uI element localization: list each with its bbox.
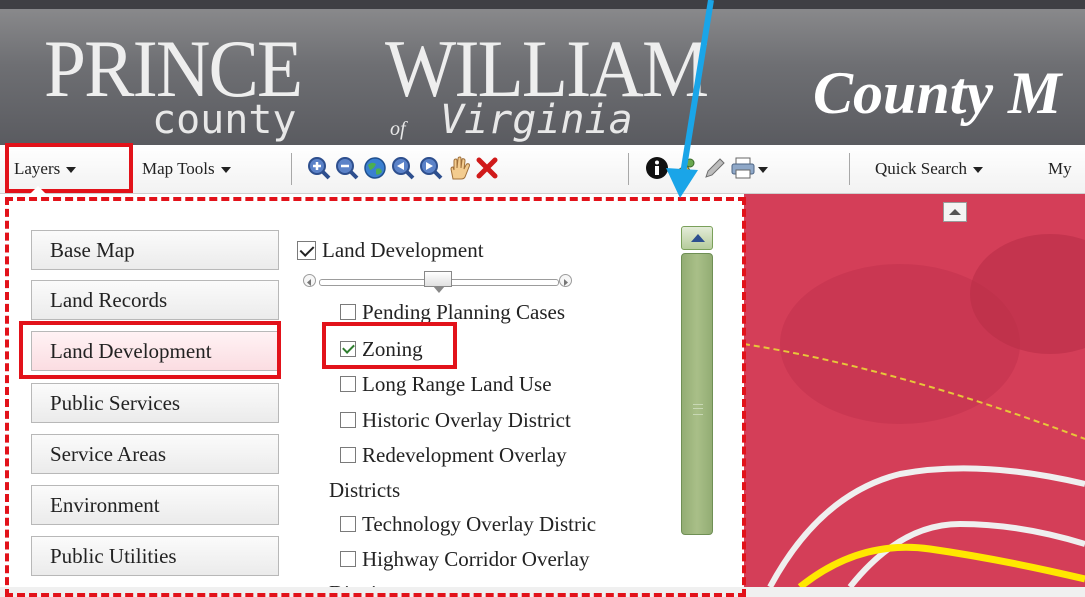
app-header: PRINCE WILLIAM county of Virginia County…	[0, 0, 1085, 145]
annotation-arrow-head	[666, 168, 698, 198]
globe-icon[interactable]	[362, 155, 388, 181]
logo-of-text: of	[390, 118, 406, 140]
layer-checkbox[interactable]	[340, 516, 356, 533]
zoom-in-icon[interactable]	[306, 155, 332, 181]
transparency-slider[interactable]	[303, 271, 575, 293]
logo-county-text: county	[152, 97, 297, 143]
layer-checkbox[interactable]	[340, 447, 356, 464]
quick-search-label: Quick Search	[875, 159, 968, 178]
next-extent-icon[interactable]	[418, 155, 444, 181]
map-pan-up-button[interactable]	[943, 202, 967, 222]
app-title: County M	[813, 60, 1062, 126]
layer-row[interactable]: Technology Overlay Distric	[340, 510, 596, 538]
layer-label-continuation: Districts	[329, 579, 400, 587]
chevron-down-icon	[973, 167, 984, 174]
layers-button-highlight	[5, 143, 133, 193]
layer-row[interactable]: Redevelopment Overlay	[340, 441, 567, 469]
my-menu-label: My	[1048, 159, 1072, 178]
scroll-grip-icon	[693, 404, 703, 415]
layer-label: Technology Overlay Distric	[362, 512, 597, 536]
scroll-up-button[interactable]	[681, 226, 713, 250]
group-title: Land Development	[322, 238, 484, 262]
layer-checkbox[interactable]	[340, 304, 356, 321]
quick-search-menu-button[interactable]: Quick Search	[875, 155, 984, 183]
annotation-arrow	[666, 0, 714, 198]
print-dropdown-chevron-icon[interactable]	[758, 167, 768, 173]
layer-row[interactable]: Highway Corridor Overlay	[340, 545, 589, 573]
layer-label: Highway Corridor Overlay	[362, 547, 590, 571]
category-base-map[interactable]: Base Map	[31, 230, 279, 270]
zoning-highlight	[322, 322, 457, 369]
my-menu-button[interactable]: My	[1048, 155, 1072, 183]
zoom-out-icon[interactable]	[334, 155, 360, 181]
previous-extent-icon[interactable]	[390, 155, 416, 181]
toolbar-separator	[291, 153, 292, 185]
layer-row[interactable]: Long Range Land Use	[340, 370, 552, 398]
layer-row[interactable]: Historic Overlay District	[340, 406, 571, 434]
layer-checkbox[interactable]	[340, 376, 356, 393]
annotation-arrow-shaft	[679, 0, 714, 181]
toolbar-separator	[849, 153, 850, 185]
category-public-utilities[interactable]: Public Utilities	[31, 536, 279, 576]
category-highlight	[19, 321, 281, 379]
layer-label: Pending Planning Cases	[362, 300, 565, 324]
main-toolbar: Layers Map Tools Quick Search My	[0, 145, 1085, 194]
map-tools-menu-button[interactable]: Map Tools	[142, 155, 231, 183]
category-public-services[interactable]: Public Services	[31, 383, 279, 423]
category-land-records[interactable]: Land Records	[31, 280, 279, 320]
layer-label: Historic Overlay District	[362, 408, 571, 432]
slider-thumb[interactable]	[424, 271, 452, 293]
clear-icon[interactable]	[474, 155, 500, 181]
layer-label: Long Range Land Use	[362, 372, 552, 396]
print-icon[interactable]	[730, 155, 756, 181]
category-environment[interactable]: Environment	[31, 485, 279, 525]
slider-right-end[interactable]	[559, 274, 572, 287]
layer-label: Redevelopment Overlay	[362, 443, 567, 467]
group-checkbox[interactable]	[297, 240, 316, 260]
logo-virginia-text: Virginia	[440, 97, 633, 143]
pan-hand-icon[interactable]	[446, 155, 472, 181]
layer-checkbox[interactable]	[340, 412, 356, 429]
group-row-land-development[interactable]: Land Development	[297, 236, 484, 264]
slider-left-end[interactable]	[303, 274, 316, 287]
layer-checkbox[interactable]	[340, 551, 356, 568]
map-tools-label: Map Tools	[142, 159, 215, 178]
layer-label-continuation: Districts	[329, 478, 401, 502]
layer-tree-scrollbar[interactable]	[681, 226, 713, 587]
arrow-right-icon	[564, 279, 568, 286]
scroll-thumb[interactable]	[681, 253, 713, 535]
category-service-areas[interactable]: Service Areas	[31, 434, 279, 474]
toolbar-separator	[628, 153, 629, 185]
arrow-left-icon	[307, 279, 311, 286]
chevron-down-icon	[220, 167, 231, 174]
arrow-up-icon	[949, 209, 961, 215]
